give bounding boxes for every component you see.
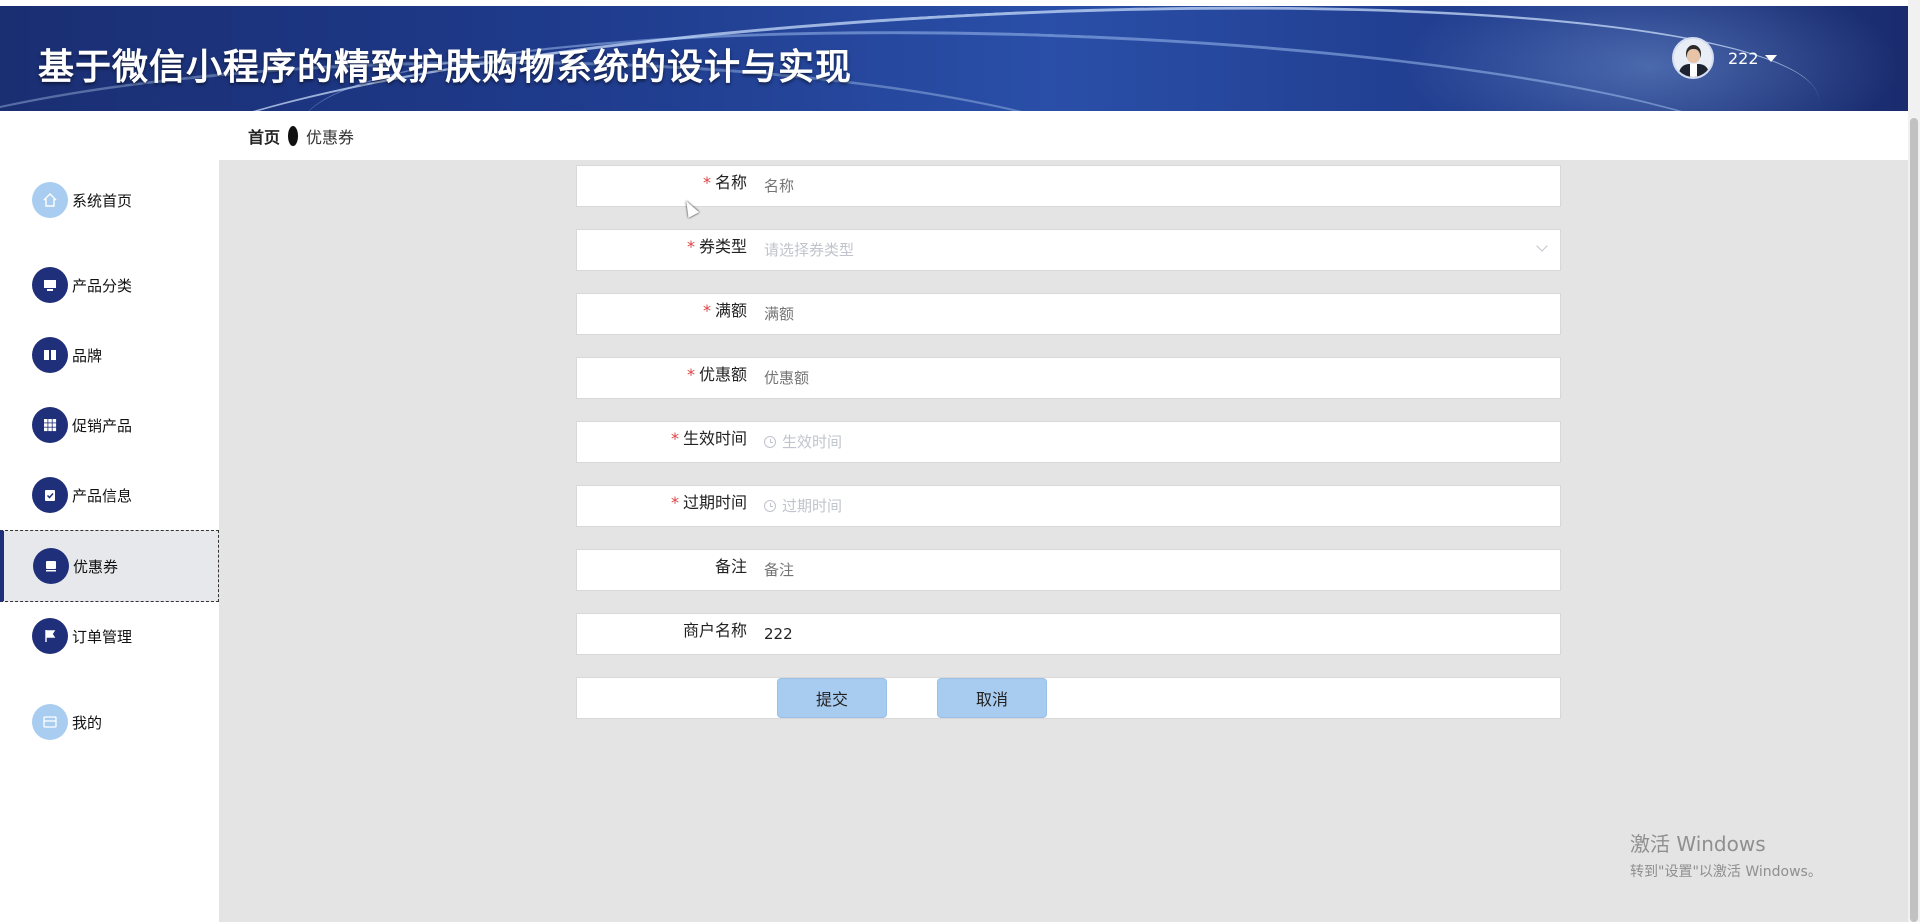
watermark-title: 激活 Windows: [1630, 832, 1766, 856]
sidebar-item-label: 订单管理: [72, 627, 133, 646]
clock-icon: [764, 436, 776, 448]
remark-input[interactable]: [764, 550, 1554, 590]
merchant-label: 商户名称: [682, 621, 747, 640]
name-input[interactable]: [764, 166, 1554, 206]
end-time-label: * 过期时间: [670, 493, 747, 512]
sidebar-item-home[interactable]: 系统首页: [0, 168, 219, 232]
user-menu[interactable]: 222: [1672, 36, 1777, 80]
sidebar-item-label: 品牌: [72, 346, 103, 365]
ticket-icon: [33, 548, 69, 584]
clock-icon: [764, 500, 776, 512]
form-actions: 提交 取消: [576, 677, 1561, 719]
threshold-label: * 满额: [702, 301, 747, 320]
sidebar-item-promo[interactable]: 促销产品: [0, 393, 219, 457]
coupon-type-label: * 券类型: [686, 237, 747, 256]
sidebar-item-mine[interactable]: 我的: [0, 690, 219, 754]
avatar[interactable]: [1672, 37, 1714, 79]
start-time-label: * 生效时间: [670, 429, 747, 448]
end-time-picker[interactable]: 过期时间: [764, 486, 1554, 526]
form-row-end-time: * 过期时间 过期时间: [576, 485, 1561, 527]
book-icon: [32, 337, 68, 373]
sidebar-item-label: 产品分类: [72, 276, 133, 295]
clipboard-check-icon: [32, 477, 68, 513]
sidebar-item-product-info[interactable]: 产品信息: [0, 463, 219, 527]
grid-icon: [32, 407, 68, 443]
form-row-remark: 备注: [576, 549, 1561, 591]
breadcrumb-separator-icon: [288, 126, 299, 146]
breadcrumb-current: 优惠券: [306, 128, 355, 147]
sidebar-item-category[interactable]: 产品分类: [0, 253, 219, 317]
sidebar-item-coupon[interactable]: 优惠券: [0, 530, 219, 602]
breadcrumb-home[interactable]: 首页: [248, 124, 280, 148]
sidebar-item-orders[interactable]: 订单管理: [0, 604, 219, 668]
sidebar-item-label: 产品信息: [72, 486, 133, 505]
discount-label: * 优惠额: [686, 365, 747, 384]
remark-label: 备注: [714, 557, 747, 576]
flag-icon: [32, 618, 68, 654]
threshold-input[interactable]: [764, 294, 1554, 334]
sidebar-item-label: 优惠券: [73, 557, 119, 576]
sidebar-item-label: 促销产品: [72, 416, 133, 435]
sidebar-item-label: 我的: [72, 713, 103, 732]
wallet-icon: [32, 704, 68, 740]
app-header: 基于微信小程序的精致护肤购物系统的设计与实现 222: [0, 6, 1908, 111]
windows-activation-watermark: 激活 Windows 转到"设置"以激活 Windows。: [1630, 828, 1822, 881]
cancel-button[interactable]: 取消: [937, 678, 1047, 718]
caret-down-icon[interactable]: [1764, 54, 1777, 62]
monitor-icon: [32, 267, 68, 303]
form-row-coupon-type: * 券类型 请选择券类型: [576, 229, 1561, 271]
form-row-merchant: 商户名称: [576, 613, 1561, 655]
app-title: 基于微信小程序的精致护肤购物系统的设计与实现: [38, 47, 853, 88]
watermark-subtitle: 转到"设置"以激活 Windows。: [1630, 864, 1822, 880]
merchant-input[interactable]: [764, 614, 1554, 654]
home-icon: [32, 182, 68, 218]
scrollbar-thumb[interactable]: [1910, 118, 1918, 922]
page-scrollbar[interactable]: [1908, 0, 1920, 922]
form-row-threshold: * 满额: [576, 293, 1561, 335]
form-row-discount: * 优惠额: [576, 357, 1561, 399]
sidebar-item-brand[interactable]: 品牌: [0, 323, 219, 387]
main-content: *名称 *券类型 请选择券类型 *满额 *优惠额 *生效时间 生效时间 *过期时…: [219, 160, 1908, 922]
form-row-name: * 名称: [576, 165, 1561, 207]
discount-input[interactable]: [764, 358, 1554, 398]
form-row-start-time: * 生效时间 生效时间: [576, 421, 1561, 463]
start-time-picker[interactable]: 生效时间: [764, 422, 1554, 462]
user-name[interactable]: 222: [1728, 49, 1759, 68]
name-label: * 名称: [702, 173, 747, 192]
sidebar-item-label: 系统首页: [72, 191, 133, 210]
coupon-type-select[interactable]: 请选择券类型: [764, 230, 1554, 270]
breadcrumb: 首页 优惠券: [248, 124, 354, 148]
submit-button[interactable]: 提交: [777, 678, 887, 718]
